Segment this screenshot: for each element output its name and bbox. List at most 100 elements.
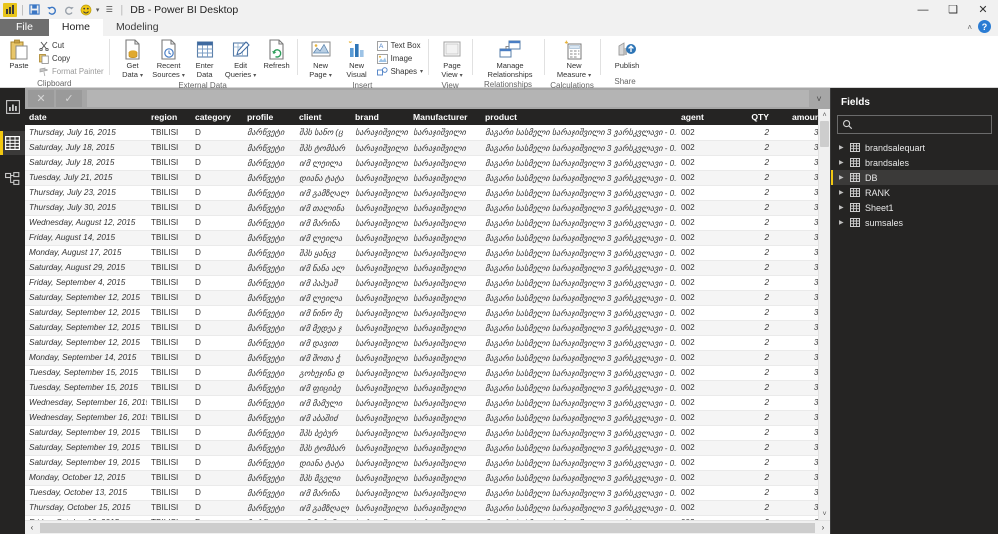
cell-brand[interactable]: სარაჯიშვილი xyxy=(351,305,409,321)
table-row[interactable]: Tuesday, September 15, 2015 TBILISI Dმარწვ… xyxy=(25,365,818,381)
publish-button[interactable]: Publish xyxy=(606,38,648,71)
cell-product[interactable]: მაგარი სასმელი სარაჯიშვილი 3 ვარსკვლავი … xyxy=(481,365,677,381)
cell-product[interactable]: მაგარი სასმელი სარაჯიშვილი 3 ვარსკვლავი … xyxy=(481,290,677,306)
table-row[interactable]: Saturday, September 12, 2015 TBILISI Dმარწ… xyxy=(25,335,818,351)
cell-amount[interactable]: 30 xyxy=(773,155,818,171)
cell-category[interactable]: D xyxy=(191,230,243,246)
customize-qat-icon[interactable]: ☰ xyxy=(102,3,116,17)
cell-agent[interactable]: 002 xyxy=(677,470,721,486)
tab-home[interactable]: Home xyxy=(48,19,103,36)
cell-profile[interactable]: მარწვეტი xyxy=(243,380,295,396)
field-table-sheet1[interactable]: ▶ Sheet1 xyxy=(831,200,998,215)
cell-agent[interactable]: 002 xyxy=(677,365,721,381)
formula-expand-icon[interactable]: ˅ xyxy=(811,94,827,104)
cell-qty[interactable]: 2 xyxy=(721,410,773,426)
cell-category[interactable]: D xyxy=(191,140,243,156)
cell-product[interactable]: მაგარი სასმელი სარაჯიშვილი 3 ვარსკვლავი … xyxy=(481,215,677,231)
cell-region[interactable]: TBILISI xyxy=(147,380,191,396)
cell-product[interactable]: მაგარი სასმელი სარაჯიშვილი 3 ვარსკვლავი … xyxy=(481,260,677,276)
cell-qty[interactable]: 2 xyxy=(721,365,773,381)
recent-sources-button[interactable]: Recent Sources ▾ xyxy=(151,38,187,80)
cell-amount[interactable]: 30 xyxy=(773,275,818,291)
cell-profile[interactable]: მარწვეტი xyxy=(243,215,295,231)
cell-qty[interactable]: 2 xyxy=(721,140,773,156)
cell-qty[interactable]: 2 xyxy=(721,500,773,516)
cell-category[interactable]: D xyxy=(191,170,243,186)
cell-region[interactable]: TBILISI xyxy=(147,500,191,516)
cell-qty[interactable]: 2 xyxy=(721,185,773,201)
cell-profile[interactable]: მარწვეტი xyxy=(243,200,295,216)
cell-manufacturer[interactable]: სარაჯიშვილი xyxy=(409,260,481,276)
cell-product[interactable]: მაგარი სასმელი სარაჯიშვილი 3 ვარსკვლავი … xyxy=(481,425,677,441)
cell-qty[interactable]: 2 xyxy=(721,485,773,501)
table-row[interactable]: Saturday, September 19, 2015 TBILISI Dმარწ… xyxy=(25,455,818,471)
cell-profile[interactable]: მარწვეტი xyxy=(243,485,295,501)
cell-manufacturer[interactable]: სარაჯიშვილი xyxy=(409,245,481,261)
cell-brand[interactable]: სარაჯიშვილი xyxy=(351,125,409,141)
cell-qty[interactable]: 2 xyxy=(721,305,773,321)
cell-client[interactable]: ი/მ აბაშიძ xyxy=(295,410,351,426)
cell-qty[interactable]: 2 xyxy=(721,245,773,261)
column-header-brand[interactable]: brand xyxy=(351,109,409,125)
cell-product[interactable]: მაგარი სასმელი სარაჯიშვილი 3 ვარსკვლავი … xyxy=(481,470,677,486)
vertical-scrollbar[interactable]: ˄ ˅ xyxy=(818,109,830,520)
cell-agent[interactable]: 002 xyxy=(677,140,721,156)
cell-product[interactable]: მაგარი სასმელი სარაჯიშვილი 3 ვარსკვლავი … xyxy=(481,440,677,456)
horizontal-scroll-thumb[interactable] xyxy=(40,522,815,533)
cell-brand[interactable]: სარაჯიშვილი xyxy=(351,245,409,261)
table-row[interactable]: Monday, August 17, 2015 TBILISI Dმარწვეტი შ… xyxy=(25,245,818,261)
cell-profile[interactable]: მარწვეტი xyxy=(243,410,295,426)
cell-product[interactable]: მაგარი სასმელი სარაჯიშვილი 3 ვარსკვლავი … xyxy=(481,170,677,186)
cell-profile[interactable]: მარწვეტი xyxy=(243,275,295,291)
cell-brand[interactable]: სარაჯიშვილი xyxy=(351,140,409,156)
cell-brand[interactable]: სარაჯიშვილი xyxy=(351,410,409,426)
cell-product[interactable]: მაგარი სასმელი სარაჯიშვილი 3 ვარსკვლავი … xyxy=(481,410,677,426)
cell-qty[interactable]: 2 xyxy=(721,155,773,171)
cell-date[interactable]: Monday, September 14, 2015 xyxy=(25,350,147,366)
cell-agent[interactable]: 002 xyxy=(677,245,721,261)
cell-brand[interactable]: სარაჯიშვილი xyxy=(351,275,409,291)
horizontal-scrollbar[interactable]: ‹ › xyxy=(25,520,830,534)
cell-profile[interactable]: მარწვეტი xyxy=(243,350,295,366)
cell-category[interactable]: D xyxy=(191,275,243,291)
cell-agent[interactable]: 002 xyxy=(677,260,721,276)
cell-amount[interactable]: 30 xyxy=(773,425,818,441)
edit-queries-button[interactable]: Edit Queries ▾ xyxy=(223,38,259,80)
refresh-button[interactable]: Refresh xyxy=(259,38,295,71)
cell-manufacturer[interactable]: სარაჯიშვილი xyxy=(409,320,481,336)
formula-cancel-button[interactable]: ✕ xyxy=(28,90,54,107)
cell-date[interactable]: Saturday, September 19, 2015 xyxy=(25,455,147,471)
table-row[interactable]: Monday, September 14, 2015 TBILISI Dმარწვე… xyxy=(25,350,818,366)
cell-manufacturer[interactable]: სარაჯიშვილი xyxy=(409,485,481,501)
column-header-category[interactable]: category xyxy=(191,109,243,125)
cell-amount[interactable]: 30 xyxy=(773,125,818,141)
cell-product[interactable]: მაგარი სასმელი სარაჯიშვილი 3 ვარსკვლავი … xyxy=(481,200,677,216)
cell-client[interactable]: ი/მ პაპუაშ xyxy=(295,275,351,291)
table-row[interactable]: Saturday, September 19, 2015 TBILISI Dმარწ… xyxy=(25,425,818,441)
sidebar-item-model[interactable] xyxy=(0,167,25,191)
table-row[interactable]: Tuesday, September 15, 2015 TBILISI Dმარწვ… xyxy=(25,380,818,396)
text-box-button[interactable]: A Text Box xyxy=(375,39,426,52)
cell-client[interactable]: ი/მ გამზღალ xyxy=(295,185,351,201)
cell-region[interactable]: TBILISI xyxy=(147,440,191,456)
chevron-right-icon[interactable]: ▶ xyxy=(839,204,845,211)
cell-category[interactable]: D xyxy=(191,500,243,516)
chevron-right-icon[interactable]: ▶ xyxy=(839,189,845,196)
cell-brand[interactable]: სარაჯიშვილი xyxy=(351,365,409,381)
cell-agent[interactable]: 002 xyxy=(677,305,721,321)
cell-category[interactable]: D xyxy=(191,485,243,501)
cell-region[interactable]: TBILISI xyxy=(147,185,191,201)
field-table-brandsales[interactable]: ▶ brandsales xyxy=(831,155,998,170)
table-row[interactable]: Saturday, July 18, 2015 TBILISI Dმარწვეტი ი… xyxy=(25,155,818,171)
cell-qty[interactable]: 2 xyxy=(721,200,773,216)
cell-category[interactable]: D xyxy=(191,470,243,486)
search-input[interactable] xyxy=(857,118,987,131)
cell-manufacturer[interactable]: სარაჯიშვილი xyxy=(409,380,481,396)
cell-brand[interactable]: სარაჯიშვილი xyxy=(351,290,409,306)
cell-brand[interactable]: სარაჯიშვილი xyxy=(351,260,409,276)
cell-category[interactable]: D xyxy=(191,125,243,141)
image-button[interactable]: Image xyxy=(375,52,426,65)
cell-date[interactable]: Saturday, September 19, 2015 xyxy=(25,425,147,441)
cell-region[interactable]: TBILISI xyxy=(147,290,191,306)
cell-brand[interactable]: სარაჯიშვილი xyxy=(351,500,409,516)
